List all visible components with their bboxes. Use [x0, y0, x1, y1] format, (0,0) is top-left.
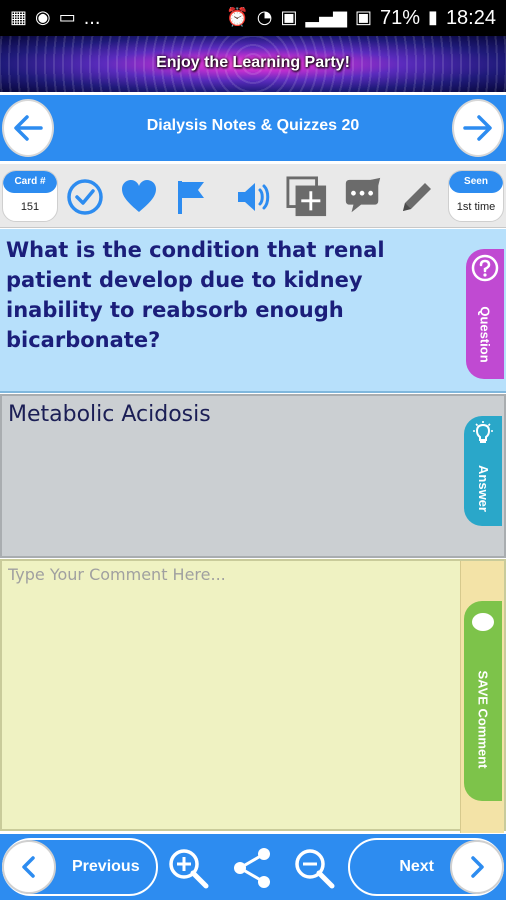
battery-percent: 71% [380, 6, 421, 29]
question-tab[interactable]: Question [466, 249, 504, 379]
previous-button[interactable]: Previous [2, 838, 158, 896]
question-text: What is the condition that renal patient… [6, 238, 385, 352]
speaker-icon [238, 183, 270, 211]
share-button[interactable] [230, 846, 274, 890]
bottom-bar: Previous Next [0, 834, 506, 900]
whatsapp-icon: ◉ [35, 7, 51, 28]
previous-label: Previous [72, 858, 140, 875]
banner-text: Enjoy the Learning Party! [156, 54, 350, 71]
signal-2-icon: ▣ [354, 7, 372, 28]
answer-panel: Metabolic Acidosis Answer [0, 394, 506, 558]
pencil-icon [403, 183, 431, 211]
chevron-left-icon [22, 856, 35, 878]
forward-button[interactable] [452, 99, 504, 157]
add-note-button[interactable] [286, 176, 328, 218]
seen-value: 1st time [456, 201, 496, 213]
clock: 18:24 [445, 6, 496, 29]
answer-text: Metabolic Acidosis [8, 402, 211, 427]
seen-label: Seen [449, 171, 503, 193]
flag-button[interactable] [170, 176, 212, 218]
answer-tab[interactable]: Answer [464, 416, 502, 526]
check-circle-icon [67, 179, 103, 215]
status-right: ⏰ ◔ ▣ ▂▄▆ ▣ 71% ▮ 18:24 [226, 7, 496, 30]
sim-icon: ▣ [280, 7, 298, 28]
heart-icon [122, 180, 156, 212]
zoom-out-button[interactable] [292, 846, 336, 890]
comment-button[interactable] [342, 176, 384, 218]
comment-bubble-icon [345, 177, 381, 213]
card-number-value: 151 [20, 201, 40, 213]
status-left: ▦ ◉ ▭ ... [10, 7, 100, 30]
card-number-label: Card # [3, 171, 57, 193]
zoom-in-button[interactable] [166, 846, 210, 890]
flag-icon [178, 181, 204, 214]
comment-input[interactable] [8, 565, 458, 820]
mark-done-button[interactable] [64, 176, 106, 218]
save-comment-label: SAVE Comment [475, 670, 491, 768]
next-button[interactable]: Next [348, 838, 504, 896]
save-comment-button[interactable]: SAVE Comment [464, 601, 502, 801]
grid-icon: ▦ [10, 7, 28, 28]
page-title: Dialysis Notes & Quizzes 20 [146, 117, 360, 134]
ad-banner[interactable]: Enjoy the Learning Party! [0, 36, 506, 92]
chevron-right-icon [471, 856, 484, 878]
back-button[interactable] [2, 99, 54, 157]
question-panel: What is the condition that renal patient… [0, 229, 506, 393]
wifi-icon: ◔ [256, 7, 273, 28]
arrow-right-icon [463, 115, 492, 141]
title-bar: Dialysis Notes & Quizzes 20 [0, 95, 506, 161]
question-tab-label: Question [477, 305, 493, 363]
status-bar: ▦ ◉ ▭ ... ⏰ ◔ ▣ ▂▄▆ ▣ 71% ▮ 18:24 [0, 0, 506, 36]
zoom-in-icon [169, 849, 209, 889]
edit-button[interactable] [396, 176, 438, 218]
favorite-button[interactable] [118, 176, 160, 218]
message-icon: ▭ [58, 7, 76, 28]
add-copy-icon [286, 176, 327, 217]
toolbar: Card # 151 Seen 1st time [0, 164, 506, 228]
seen-badge: Seen 1st time [448, 170, 504, 222]
previous-circle [2, 840, 56, 894]
comment-panel: SAVE Comment [0, 559, 506, 833]
arrow-left-icon [14, 115, 43, 141]
card-number-badge: Card # 151 [2, 170, 58, 222]
share-icon [234, 848, 270, 888]
zoom-out-icon [295, 849, 335, 889]
alarm-icon: ⏰ [226, 7, 249, 28]
signal-icon: ▂▄▆ [305, 7, 347, 28]
speak-button[interactable] [232, 176, 274, 218]
battery-icon: ▮ [428, 7, 438, 28]
next-circle [450, 840, 504, 894]
status-more: ... [83, 6, 101, 29]
answer-tab-label: Answer [475, 464, 491, 512]
next-label: Next [399, 858, 434, 875]
